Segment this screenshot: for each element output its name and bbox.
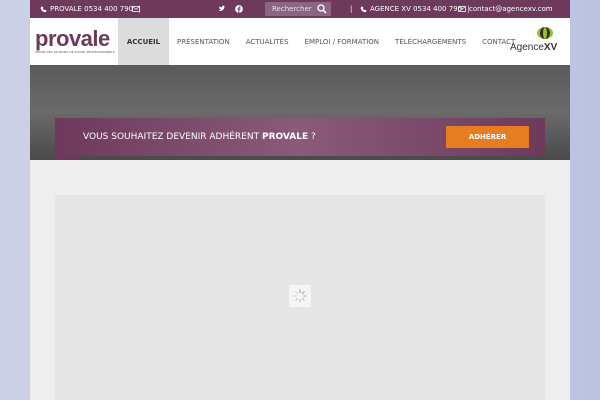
adherer-button[interactable]: ADHÉRER [446, 126, 529, 148]
provale-phone-text: PROVALE 0534 400 790 [50, 5, 134, 13]
envelope-icon [132, 6, 140, 12]
logo-subtitle: UNION DES JOUEURS DE RUGBY PROFESSIONNEL… [35, 50, 115, 54]
nav-item-telechargements[interactable]: TÉLÉCHARGEMENTS [387, 18, 474, 65]
facebook-icon [235, 5, 243, 13]
twitter-link[interactable] [218, 0, 226, 18]
phone-icon [40, 6, 47, 12]
separator: | [350, 5, 353, 13]
agence-xv-logo[interactable]: AgenceXV [510, 26, 566, 56]
top-bar: PROVALE 0534 400 790 | Rechercher | AGEN… [30, 0, 570, 18]
facebook-link[interactable] [235, 0, 243, 18]
search-icon[interactable] [317, 4, 327, 14]
twitter-icon [218, 5, 226, 11]
phone-icon [360, 6, 367, 12]
agence-xv-text: AgenceXV [510, 42, 558, 53]
envelope-icon [458, 6, 466, 12]
header: provale UNION DES JOUEURS DE RUGBY PROFE… [30, 18, 570, 83]
search-input[interactable]: Rechercher [265, 2, 331, 16]
main-nav: ACCUEIL PRÉSENTATION ACTUALITÉS EMPLOI /… [118, 18, 523, 65]
banner-text: VOUS SOUHAITEZ DEVENIR ADHÉRENT PROVALE … [83, 132, 316, 142]
membership-banner: VOUS SOUHAITEZ DEVENIR ADHÉRENT PROVALE … [55, 118, 545, 156]
nav-item-accueil[interactable]: ACCUEIL [118, 18, 169, 65]
logo-text: provale [35, 26, 110, 51]
provale-email-link[interactable] [132, 0, 140, 18]
loading-spinner-icon [289, 285, 311, 307]
agence-phone-text: AGENCE XV 0534 400 790 [370, 5, 463, 13]
nav-item-actualites[interactable]: ACTUALITÉS [238, 18, 297, 65]
provale-logo[interactable]: provale UNION DES JOUEURS DE RUGBY PROFE… [35, 28, 115, 58]
agence-xv-emblem [537, 27, 553, 39]
nav-item-emploi-formation[interactable]: EMPLOI / FORMATION [297, 18, 388, 65]
agence-email-text: contact@agencexv.com [469, 5, 553, 13]
agence-phone[interactable]: AGENCE XV 0534 400 790 | [360, 0, 469, 18]
provale-phone[interactable]: PROVALE 0534 400 790 | [40, 0, 141, 18]
nav-item-presentation[interactable]: PRÉSENTATION [169, 18, 238, 65]
search-placeholder: Rechercher [272, 5, 312, 13]
agence-email-link[interactable]: contact@agencexv.com [458, 0, 553, 18]
